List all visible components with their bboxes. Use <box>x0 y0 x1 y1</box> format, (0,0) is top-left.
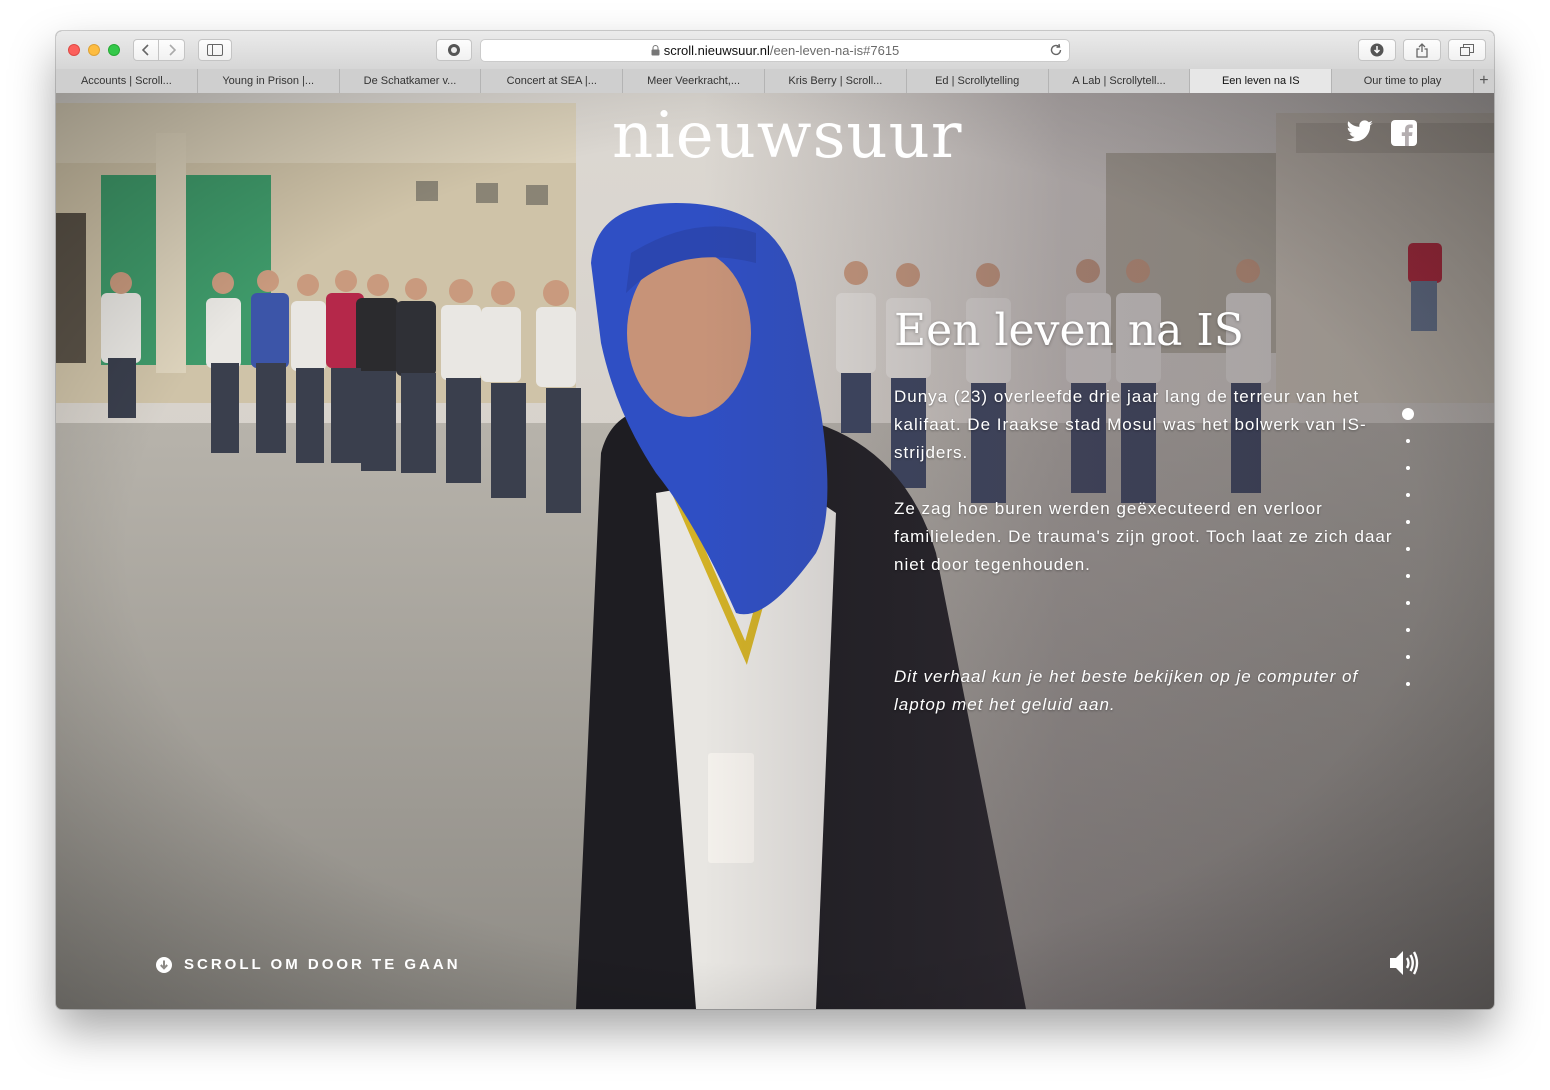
chapter-dot[interactable] <box>1406 547 1410 551</box>
chapter-dot[interactable] <box>1406 466 1410 470</box>
viewing-note: Dit verhaal kun je het beste bekijken op… <box>894 667 1359 714</box>
chapter-dot[interactable] <box>1406 439 1410 443</box>
tab-a-lab[interactable]: A Lab | Scrollytell... <box>1049 69 1191 93</box>
arrow-down-circle-icon <box>156 956 172 973</box>
scroll-prompt[interactable]: SCROLL OM DOOR TE GAAN <box>156 956 461 973</box>
twitter-icon[interactable] <box>1346 120 1374 144</box>
chapter-dot[interactable] <box>1406 601 1410 605</box>
zoom-window-button[interactable] <box>108 44 120 56</box>
chapter-dot[interactable] <box>1406 628 1410 632</box>
browser-window: scroll.nieuwsuur.nl/een-leven-na-is#7615… <box>56 31 1494 1009</box>
chevron-left-icon <box>142 44 149 56</box>
extension-button[interactable] <box>436 39 472 61</box>
tab-concert-at-sea[interactable]: Concert at SEA |... <box>481 69 624 93</box>
tab-een-leven-na-is[interactable]: Een leven na IS <box>1190 69 1333 93</box>
tab-meer-veerkracht[interactable]: Meer Veerkracht,... <box>623 69 765 93</box>
chapter-dot[interactable] <box>1406 655 1410 659</box>
download-icon <box>1370 43 1384 57</box>
tab-bar: Accounts | Scroll... Young in Prison |..… <box>56 69 1494 94</box>
tabs-icon <box>1460 44 1474 56</box>
tab-accounts[interactable]: Accounts | Scroll... <box>56 69 198 93</box>
share-icon <box>1416 42 1428 58</box>
tab-young-in-prison[interactable]: Young in Prison |... <box>198 69 340 93</box>
chapter-dot[interactable] <box>1406 682 1410 686</box>
chevron-right-icon <box>168 44 176 56</box>
tab-de-schatkamer[interactable]: De Schatkamer v... <box>340 69 482 93</box>
tab-our-time-to-play[interactable]: Our time to play <box>1332 69 1474 93</box>
facebook-icon[interactable] <box>1391 120 1417 146</box>
scroll-prompt-label: SCROLL OM DOOR TE GAAN <box>184 956 461 973</box>
chapter-dot[interactable] <box>1406 493 1410 497</box>
close-window-button[interactable] <box>68 44 80 56</box>
new-tab-button[interactable]: + <box>1474 69 1494 93</box>
shield-icon <box>448 44 460 56</box>
chapter-dot[interactable] <box>1402 408 1414 420</box>
chapter-dot[interactable] <box>1406 520 1410 524</box>
site-logo[interactable]: nieuwsuur <box>612 99 962 173</box>
page-content: nieuwsuur Een leven na IS Dunya (23) ove… <box>56 93 1494 1009</box>
share-button[interactable] <box>1403 39 1441 61</box>
downloads-button[interactable] <box>1358 39 1396 61</box>
minimize-window-button[interactable] <box>88 44 100 56</box>
sidebar-icon <box>207 44 223 56</box>
lock-icon <box>651 45 660 56</box>
history-nav <box>133 39 185 61</box>
tab-kris-berry[interactable]: Kris Berry | Scroll... <box>765 69 907 93</box>
speaker-icon[interactable] <box>1389 950 1419 976</box>
chapter-dot[interactable] <box>1406 574 1410 578</box>
intro-paragraph-1: Dunya (23) overleefde drie jaar lang de … <box>894 387 1367 462</box>
tab-ed[interactable]: Ed | Scrollytelling <box>907 69 1049 93</box>
address-bar[interactable]: scroll.nieuwsuur.nl/een-leven-na-is#7615 <box>480 39 1070 62</box>
sidebar-toggle-button[interactable] <box>198 39 232 61</box>
reload-icon[interactable] <box>1049 42 1063 58</box>
forward-button[interactable] <box>159 39 185 61</box>
browser-toolbar: scroll.nieuwsuur.nl/een-leven-na-is#7615 <box>56 31 1494 70</box>
chapter-navigation <box>1402 408 1414 709</box>
intro-paragraph-2: Ze zag hoe buren werden geëxecuteerd en … <box>894 499 1393 574</box>
back-button[interactable] <box>133 39 159 61</box>
page-headline: Een leven na IS <box>894 305 1244 356</box>
url-domain: scroll.nieuwsuur.nl <box>663 43 770 58</box>
tab-overview-button[interactable] <box>1448 39 1486 61</box>
url-path: /een-leven-na-is#7615 <box>769 43 900 58</box>
